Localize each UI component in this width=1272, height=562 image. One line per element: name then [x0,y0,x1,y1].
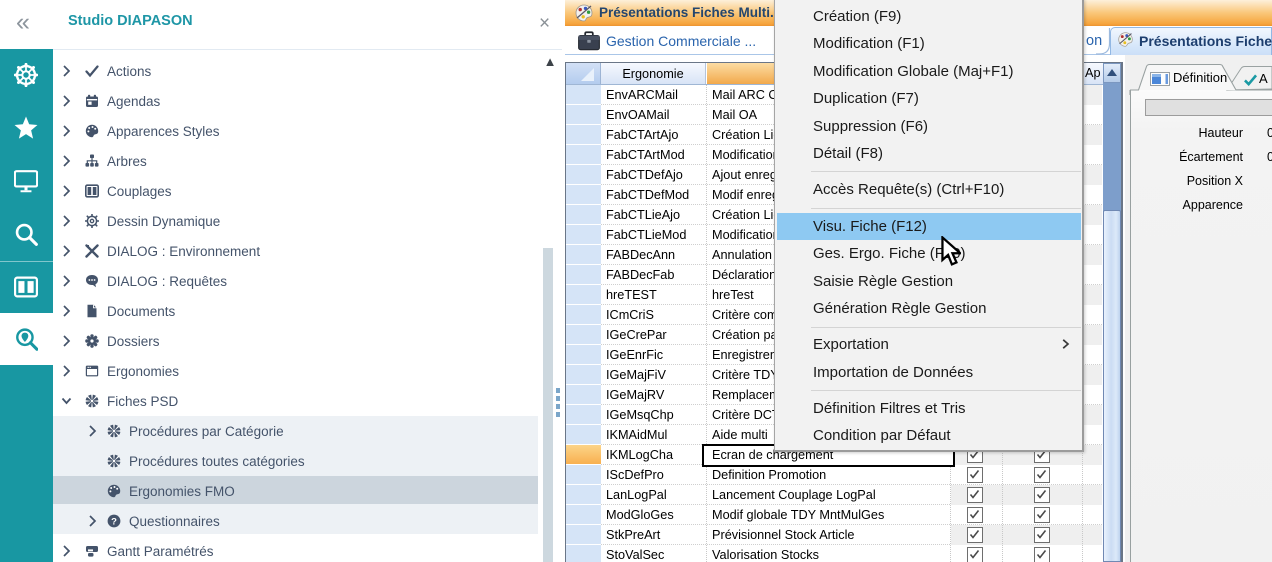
svg-text:?: ? [111,516,117,527]
